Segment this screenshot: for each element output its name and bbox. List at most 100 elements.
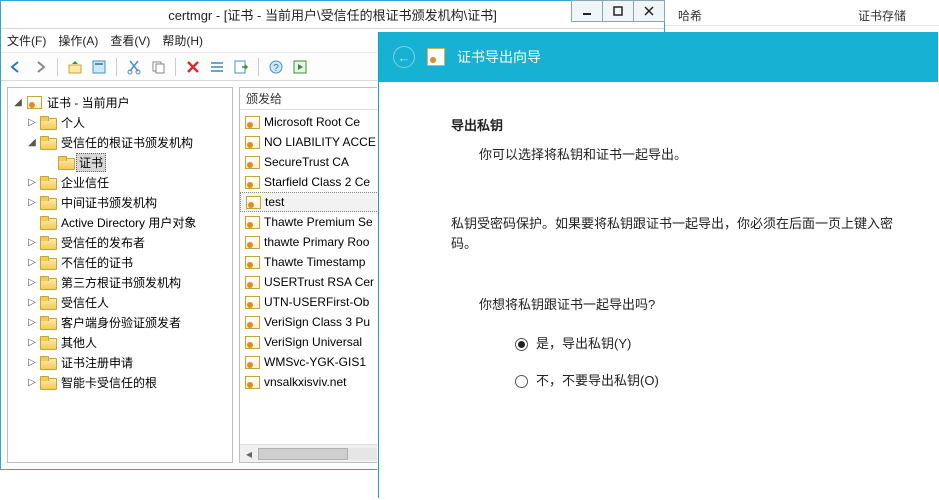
export-key-radio-group: 是，导出私钥(Y) 不，不要导出私钥(O) bbox=[515, 334, 898, 392]
folder-icon bbox=[40, 236, 56, 249]
expander-icon[interactable]: ▷ bbox=[26, 237, 38, 248]
cut-icon[interactable] bbox=[125, 58, 143, 76]
folder-icon bbox=[40, 316, 56, 329]
folder-icon bbox=[40, 216, 56, 229]
folder-icon bbox=[40, 336, 56, 349]
folder-icon bbox=[40, 256, 56, 269]
list-item-label: VeriSign Class 3 Pu bbox=[264, 315, 370, 329]
back-icon[interactable] bbox=[7, 58, 25, 76]
radio-no[interactable] bbox=[515, 375, 528, 388]
tree-item-label: 证书注册申请 bbox=[58, 353, 136, 372]
radio-yes-row[interactable]: 是，导出私钥(Y) bbox=[515, 334, 898, 355]
bg-col-store: 证书存储 bbox=[850, 4, 914, 25]
scroll-left-icon[interactable]: ◂ bbox=[240, 447, 258, 461]
list-item-label: Starfield Class 2 Ce bbox=[264, 175, 370, 189]
certificate-icon bbox=[244, 175, 260, 189]
tree-item[interactable]: ▷ 受信任的发布者 bbox=[10, 232, 230, 252]
tree-item[interactable]: ▷ 其他人 bbox=[10, 332, 230, 352]
wizard-question: 你想将私钥跟证书一起导出吗? bbox=[479, 295, 898, 316]
tree-item[interactable]: ▷ 智能卡受信任的根 bbox=[10, 372, 230, 392]
certificate-icon bbox=[244, 215, 260, 229]
expander-icon[interactable]: ▷ bbox=[26, 297, 38, 308]
expander-icon[interactable]: ▷ bbox=[26, 277, 38, 288]
tree-item[interactable]: ▷ 第三方根证书颁发机构 bbox=[10, 272, 230, 292]
expander-icon[interactable]: ▷ bbox=[26, 257, 38, 268]
menu-view[interactable]: 查看(V) bbox=[110, 32, 150, 49]
radio-no-label: 不，不要导出私钥(O) bbox=[536, 371, 659, 392]
tree-item[interactable]: ▷ 个人 bbox=[10, 112, 230, 132]
tree-item[interactable]: ▷ 受信任人 bbox=[10, 292, 230, 312]
certificate-icon bbox=[244, 355, 260, 369]
certificate-icon bbox=[244, 135, 260, 149]
folder-icon bbox=[40, 356, 56, 369]
expander-icon[interactable]: ▷ bbox=[26, 317, 38, 328]
tree-root[interactable]: ◢ 证书 - 当前用户 bbox=[10, 92, 230, 112]
tree-item-label: 企业信任 bbox=[58, 173, 112, 192]
tree-item[interactable]: ▷ 证书注册申请 bbox=[10, 352, 230, 372]
expander-icon[interactable]: ▷ bbox=[26, 337, 38, 348]
tree-item-label: Active Directory 用户对象 bbox=[58, 213, 199, 232]
menu-file[interactable]: 文件(F) bbox=[7, 32, 46, 49]
wizard-header: ← 证书导出向导 bbox=[379, 32, 938, 82]
certificate-icon bbox=[244, 375, 260, 389]
expander-icon[interactable]: ◢ bbox=[26, 137, 38, 148]
export-wizard-window: ← 证书导出向导 导出私钥 你可以选择将私钥和证书一起导出。 私钥受密码保护。如… bbox=[378, 32, 938, 498]
tree-item-label: 第三方根证书颁发机构 bbox=[58, 273, 184, 292]
radio-yes[interactable] bbox=[515, 338, 528, 351]
tree-item-label: 不信任的证书 bbox=[58, 253, 136, 272]
list-item-label: VeriSign Universal bbox=[264, 335, 362, 349]
tree-pane[interactable]: ◢ 证书 - 当前用户 ▷ 个人 ◢ 受信任的根证书颁发机构 证书 ▷ 企业信任… bbox=[7, 87, 233, 463]
expander-icon[interactable]: ▷ bbox=[26, 177, 38, 188]
tree-item[interactable]: ▷ 不信任的证书 bbox=[10, 252, 230, 272]
export-icon[interactable] bbox=[232, 58, 250, 76]
copy-icon[interactable] bbox=[149, 58, 167, 76]
expander-icon[interactable]: ▷ bbox=[26, 357, 38, 368]
forward-icon[interactable] bbox=[31, 58, 49, 76]
list-icon[interactable] bbox=[208, 58, 226, 76]
folder-icon bbox=[40, 116, 56, 129]
tree-item[interactable]: 证书 bbox=[10, 152, 230, 172]
expander-icon[interactable]: ▷ bbox=[26, 377, 38, 388]
help-icon[interactable]: ? bbox=[267, 58, 285, 76]
properties-icon[interactable] bbox=[90, 58, 108, 76]
tree-item[interactable]: ▷ 企业信任 bbox=[10, 172, 230, 192]
wizard-back-button[interactable]: ← bbox=[393, 46, 415, 68]
certificate-icon bbox=[244, 155, 260, 169]
list-item-label: UTN-USERFirst-Ob bbox=[264, 295, 369, 309]
menu-help[interactable]: 帮助(H) bbox=[162, 32, 203, 49]
minimize-button[interactable] bbox=[571, 0, 603, 22]
delete-icon[interactable] bbox=[184, 58, 202, 76]
expander-icon[interactable]: ▷ bbox=[26, 117, 38, 128]
list-item-label: vnsalkxisviv.net bbox=[264, 375, 346, 389]
radio-yes-label: 是，导出私钥(Y) bbox=[536, 334, 631, 355]
folder-icon bbox=[40, 376, 56, 389]
run-icon[interactable] bbox=[291, 58, 309, 76]
menu-action[interactable]: 操作(A) bbox=[58, 32, 98, 49]
tree-item[interactable]: Active Directory 用户对象 bbox=[10, 212, 230, 232]
tree-item-label: 证书 - 当前用户 bbox=[44, 93, 133, 112]
expander-icon[interactable]: ◢ bbox=[12, 97, 24, 108]
scroll-thumb[interactable] bbox=[258, 448, 348, 460]
close-button[interactable] bbox=[633, 0, 665, 22]
up-icon[interactable] bbox=[66, 58, 84, 76]
expander-icon[interactable]: ▷ bbox=[26, 197, 38, 208]
certificate-icon bbox=[244, 315, 260, 329]
bg-col-hash: 哈希 bbox=[670, 4, 710, 25]
list-item-label: test bbox=[265, 195, 284, 209]
folder-icon bbox=[40, 176, 56, 189]
tree-item[interactable]: ▷ 中间证书颁发机构 bbox=[10, 192, 230, 212]
tree-item-label: 中间证书颁发机构 bbox=[58, 193, 160, 212]
certificate-icon bbox=[427, 48, 445, 66]
tree-item-label: 智能卡受信任的根 bbox=[58, 373, 160, 392]
window-controls bbox=[572, 0, 665, 22]
tree-item-label: 其他人 bbox=[58, 333, 100, 352]
folder-icon bbox=[58, 156, 74, 169]
maximize-button[interactable] bbox=[602, 0, 634, 22]
window-title: certmgr - [证书 - 当前用户\受信任的根证书颁发机构\证书] bbox=[1, 5, 664, 24]
tree-item-label: 证书 bbox=[76, 153, 106, 172]
list-item-label: USERTrust RSA Cer bbox=[264, 275, 374, 289]
tree-item[interactable]: ◢ 受信任的根证书颁发机构 bbox=[10, 132, 230, 152]
radio-no-row[interactable]: 不，不要导出私钥(O) bbox=[515, 371, 898, 392]
tree-item[interactable]: ▷ 客户端身份验证颁发者 bbox=[10, 312, 230, 332]
list-item-label: SecureTrust CA bbox=[264, 155, 349, 169]
